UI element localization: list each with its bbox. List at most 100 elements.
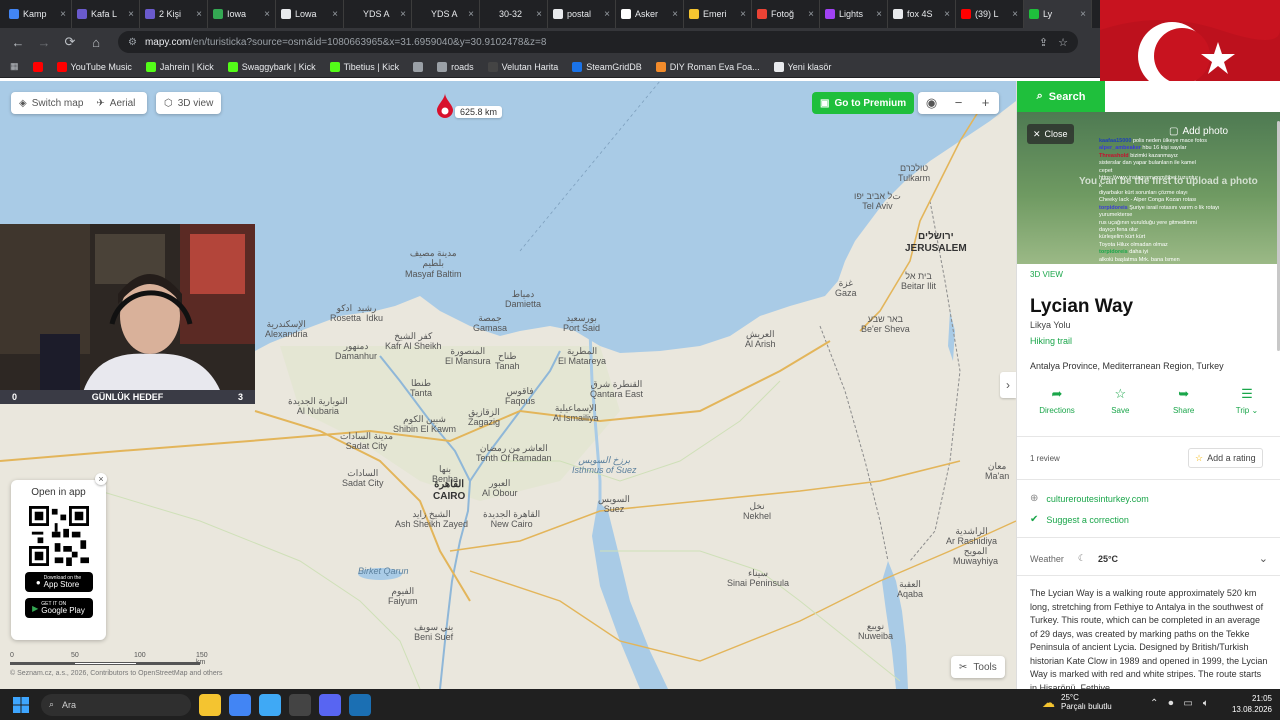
map-place-label[interactable]: دمنهور Damanhur bbox=[335, 341, 377, 362]
bookmark-item[interactable]: DIY Roman Eva Foa... bbox=[655, 61, 760, 72]
close-tab-icon[interactable]: × bbox=[808, 9, 814, 20]
website-link[interactable]: ⊕ cultureroutesinturkey.com bbox=[1030, 493, 1149, 504]
map-place-label[interactable]: الشيخ زايد Ash Sheikh Zayed bbox=[395, 509, 468, 530]
browser-tab[interactable]: Kamp × bbox=[4, 0, 72, 28]
close-tab-icon[interactable]: × bbox=[196, 9, 202, 20]
windows-start-icon[interactable] bbox=[7, 691, 35, 719]
browser-tab[interactable]: 30-32 × bbox=[480, 0, 548, 28]
map-place-label[interactable]: مدينة السادات Sadat City bbox=[340, 431, 393, 452]
obs-icon[interactable] bbox=[289, 693, 311, 716]
back-icon[interactable]: ← bbox=[8, 35, 28, 50]
view-3d-link[interactable]: 3D VIEW bbox=[1030, 270, 1063, 279]
view-3d-button[interactable]: ⬡ 3D view bbox=[156, 92, 222, 114]
close-tab-icon[interactable]: × bbox=[264, 9, 270, 20]
chevron-up-icon[interactable]: ⌃ bbox=[1150, 698, 1158, 709]
map-place-label[interactable]: الفيوم Faiyum bbox=[388, 586, 418, 607]
tools-button[interactable]: ✂ Tools bbox=[951, 656, 1005, 678]
map-place-label[interactable]: طنطا Tanta bbox=[410, 378, 432, 399]
search-button[interactable]: ⌕ Search bbox=[1017, 81, 1105, 112]
map-place-label[interactable]: الراشدية Ar Rashidiya bbox=[946, 526, 997, 547]
map-attribution[interactable]: © Seznam.cz, a.s., 2026, Contributors to… bbox=[10, 670, 223, 677]
map-place-label[interactable]: العقبة Aqaba bbox=[897, 579, 923, 600]
map-place-label[interactable]: معان Ma'an bbox=[985, 461, 1009, 482]
map-place-label[interactable]: جمصة Gamasa bbox=[473, 313, 507, 334]
share-button[interactable]: ➥ Share bbox=[1154, 386, 1214, 415]
install-app-icon[interactable]: ⇪ bbox=[1039, 36, 1048, 49]
taskbar-search[interactable]: ⌕ Ara bbox=[41, 693, 191, 716]
app-store-button[interactable]: ● Download on the App Store bbox=[24, 572, 93, 592]
weather-row[interactable]: Weather ☾ 25°C ⌄ bbox=[1030, 552, 1268, 565]
suggest-correction-link[interactable]: ✔ Suggest a correction bbox=[1030, 514, 1129, 525]
app-icon[interactable] bbox=[259, 693, 281, 716]
save-button[interactable]: ☆ Save bbox=[1090, 386, 1150, 415]
browser-tab[interactable]: Fotoğ × bbox=[752, 0, 820, 28]
close-tab-icon[interactable]: × bbox=[332, 9, 338, 20]
map-place-label[interactable]: العريش Al Arish bbox=[745, 329, 776, 350]
volume-icon[interactable]: 🔈︎ bbox=[1203, 698, 1209, 709]
place-type[interactable]: Hiking trail bbox=[1030, 336, 1072, 346]
map-place-label[interactable]: تל אביב יפו Tel Aviv bbox=[854, 191, 901, 212]
map-place-label[interactable]: المطرية El Matareya bbox=[558, 346, 606, 367]
browser-tab[interactable]: YDS A × bbox=[412, 0, 480, 28]
google-play-button[interactable]: ▶ GET IT ON Google Play bbox=[24, 598, 93, 618]
premium-button[interactable]: ▣ Go to Premium bbox=[812, 92, 915, 114]
add-rating-button[interactable]: ☆ Add a rating bbox=[1188, 448, 1263, 468]
map-place-label[interactable]: الزقازيق Zagazig bbox=[468, 407, 500, 428]
map-place-label[interactable]: القنطرة شرق Qantara East bbox=[590, 379, 643, 400]
close-tab-icon[interactable]: × bbox=[468, 9, 474, 20]
add-photo-button[interactable]: ▢ Add photo bbox=[1169, 126, 1228, 137]
zoom-in-button[interactable]: + bbox=[972, 92, 999, 114]
close-app-card-button[interactable]: × bbox=[95, 473, 107, 485]
map-place-label[interactable]: غزة Gaza bbox=[835, 278, 857, 299]
browser-tab[interactable]: 2 Kişi × bbox=[140, 0, 208, 28]
address-bar[interactable]: ⚙ mapy.com/en/turisticka?source=osm&id=1… bbox=[118, 31, 1078, 53]
close-tab-icon[interactable]: × bbox=[128, 9, 134, 20]
map-place-label[interactable]: الإسكندرية Alexandria bbox=[265, 319, 308, 340]
display-icon[interactable]: ▭ bbox=[1183, 698, 1192, 709]
map-place-label[interactable]: الإسماعيلية Al Ismailiya bbox=[553, 403, 599, 424]
bookmark-item[interactable]: Swaggybark | Kick bbox=[227, 61, 316, 72]
home-icon[interactable]: ⌂ bbox=[86, 35, 106, 50]
bookmark-item[interactable]: roads bbox=[437, 61, 474, 72]
map-place-label[interactable]: نخل Nekhel bbox=[743, 501, 771, 522]
bookmark-item[interactable]: Yeni klasör bbox=[773, 61, 831, 72]
map-place-label[interactable]: ירושלים JERUSALEM bbox=[905, 231, 967, 254]
bookmark-item[interactable] bbox=[413, 61, 424, 72]
map-place-label[interactable]: رشيد ادكو Rosetta Idku bbox=[330, 303, 383, 324]
browser-tab[interactable]: postal × bbox=[548, 0, 616, 28]
switch-map-button[interactable]: Switch map bbox=[32, 98, 84, 109]
collapse-panel-button[interactable]: › bbox=[1000, 372, 1016, 398]
map-place-label[interactable]: المنصورة El Mansura bbox=[445, 346, 491, 367]
steam-icon[interactable] bbox=[349, 693, 371, 716]
map-place-label[interactable]: شبين الكوم Shibin El Kawm bbox=[393, 414, 456, 435]
close-tab-icon[interactable]: × bbox=[400, 9, 406, 20]
browser-tab[interactable]: Iowa × bbox=[208, 0, 276, 28]
map-place-label[interactable]: السادات Sadat City bbox=[342, 468, 384, 489]
taskbar-weather[interactable]: ☁ 25°C Parçalı bulutlu bbox=[1042, 693, 1112, 712]
browser-tab[interactable]: (39) L × bbox=[956, 0, 1024, 28]
map-place-label[interactable]: באר שבע Be'er Sheva bbox=[861, 314, 910, 335]
browser-tab[interactable]: Emeri × bbox=[684, 0, 752, 28]
map-place-label[interactable]: كفر الشيخ Kafr Al Sheikh bbox=[385, 331, 442, 352]
map-place-label[interactable]: دمياط Damietta bbox=[505, 289, 541, 310]
bookmark-item[interactable]: SteamGridDB bbox=[572, 61, 642, 72]
close-tab-icon[interactable]: × bbox=[944, 9, 950, 20]
map-place-label[interactable]: برزخ السويس Isthmus of Suez bbox=[572, 455, 637, 476]
reload-icon[interactable]: ⟳ bbox=[60, 34, 80, 50]
bookmark-item[interactable]: Tibetius | Kick bbox=[329, 61, 399, 72]
taskbar-clock[interactable]: 21:05 13.08.2026 bbox=[1228, 694, 1272, 716]
close-tab-icon[interactable]: × bbox=[740, 9, 746, 20]
map-place-label[interactable]: المويح Muwayhiya bbox=[953, 546, 998, 567]
close-tab-icon[interactable]: × bbox=[60, 9, 66, 20]
map-place-label[interactable]: Birket Qarun bbox=[358, 566, 409, 576]
map-place-label[interactable]: בית אל Beitar Ilit bbox=[901, 271, 936, 292]
map-place-label[interactable]: فاقوس Faqous bbox=[505, 386, 535, 407]
browser-tab[interactable]: Ly × bbox=[1024, 0, 1092, 28]
browser-tab[interactable]: fox 4S × bbox=[888, 0, 956, 28]
close-tab-icon[interactable]: × bbox=[876, 9, 882, 20]
map-place-label[interactable]: טולכרם Tulkarm bbox=[898, 163, 930, 184]
close-button[interactable]: ✕ Close bbox=[1027, 124, 1074, 144]
map-place-label[interactable]: بورسعيد Port Said bbox=[563, 313, 600, 334]
map-place-label[interactable]: النوبارية الجديدة Al Nubaria bbox=[288, 396, 348, 417]
map-place-label[interactable]: بني سويف Beni Suef bbox=[414, 622, 453, 643]
